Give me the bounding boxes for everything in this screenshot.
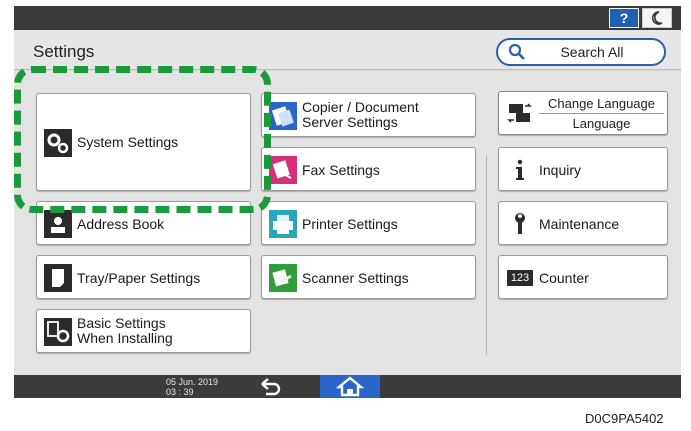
counter-label: Counter bbox=[539, 270, 589, 286]
language-switch-icon bbox=[507, 103, 532, 123]
night-mode-button[interactable] bbox=[642, 8, 672, 28]
time-text: 03 : 39 bbox=[166, 387, 194, 397]
printer-settings-label: Printer Settings bbox=[302, 216, 398, 232]
info-icon bbox=[516, 159, 524, 180]
search-all-button[interactable]: Search All bbox=[496, 38, 666, 66]
copier-label-line1: Copier / Document bbox=[302, 99, 419, 115]
scanner-icon bbox=[269, 264, 297, 292]
column-divider bbox=[486, 155, 487, 355]
back-arrow-icon bbox=[261, 378, 281, 396]
counter-button[interactable]: 123 Counter bbox=[498, 255, 668, 299]
fax-settings-button[interactable]: Fax Settings bbox=[261, 147, 476, 191]
system-settings-label: System Settings bbox=[77, 134, 179, 150]
tray-paper-settings-label: Tray/Paper Settings bbox=[77, 270, 201, 286]
basic-settings-when-installing-button[interactable]: Basic Settings When Installing bbox=[36, 309, 251, 353]
tray-paper-settings-button[interactable]: Tray/Paper Settings bbox=[36, 255, 251, 299]
fax-settings-label: Fax Settings bbox=[302, 162, 380, 178]
maintenance-button[interactable]: Maintenance bbox=[498, 201, 668, 245]
gears-icon bbox=[44, 129, 72, 157]
top-bar: ? bbox=[14, 6, 681, 30]
system-settings-button[interactable]: System Settings bbox=[36, 93, 251, 191]
basic-settings-label-line1: Basic Settings bbox=[77, 315, 166, 331]
home-button[interactable] bbox=[320, 375, 380, 398]
installation-gear-icon bbox=[44, 318, 72, 346]
basic-settings-label-line2: When Installing bbox=[77, 330, 173, 346]
maintenance-label: Maintenance bbox=[539, 216, 620, 232]
counter-icon: 123 bbox=[507, 270, 533, 286]
address-book-button[interactable]: Address Book bbox=[36, 201, 251, 245]
inquiry-button[interactable]: Inquiry bbox=[498, 147, 668, 191]
page-title: Settings bbox=[33, 42, 95, 61]
current-language-label: Language bbox=[572, 116, 631, 131]
copier-label-line2: Server Settings bbox=[302, 114, 398, 130]
address-book-label: Address Book bbox=[77, 216, 165, 232]
scanner-settings-button[interactable]: Scanner Settings bbox=[261, 255, 476, 299]
wrench-icon bbox=[515, 213, 525, 234]
header: Settings Search All bbox=[14, 30, 681, 70]
control-panel-screen: ? Settings Search All System Settings Co… bbox=[14, 6, 681, 398]
figure-id: D0C9PA5402 bbox=[585, 411, 664, 426]
moon-icon bbox=[651, 11, 663, 25]
bottom-bar: 05 Jun. 2019 03 : 39 bbox=[14, 375, 681, 398]
back-button[interactable] bbox=[254, 375, 288, 398]
date-time-display: 05 Jun. 2019 03 : 39 bbox=[166, 377, 218, 397]
help-button[interactable]: ? bbox=[609, 8, 639, 28]
inquiry-label: Inquiry bbox=[539, 162, 582, 178]
scanner-settings-label: Scanner Settings bbox=[302, 270, 409, 286]
search-all-label: Search All bbox=[560, 44, 624, 60]
tray-paper-icon bbox=[44, 264, 72, 292]
copier-document-server-settings-button[interactable]: Copier / Document Server Settings bbox=[261, 93, 476, 137]
address-book-icon bbox=[44, 210, 72, 238]
printer-icon bbox=[269, 210, 297, 238]
date-text: 05 Jun. 2019 bbox=[166, 377, 219, 387]
change-language-button[interactable]: Change Language Language bbox=[498, 91, 668, 135]
change-language-label: Change Language bbox=[539, 96, 664, 114]
fax-icon bbox=[269, 156, 297, 184]
printer-settings-button[interactable]: Printer Settings bbox=[261, 201, 476, 245]
copier-icon bbox=[269, 102, 297, 130]
settings-grid: System Settings Copier / Document Server… bbox=[14, 71, 681, 375]
home-icon bbox=[335, 376, 365, 397]
